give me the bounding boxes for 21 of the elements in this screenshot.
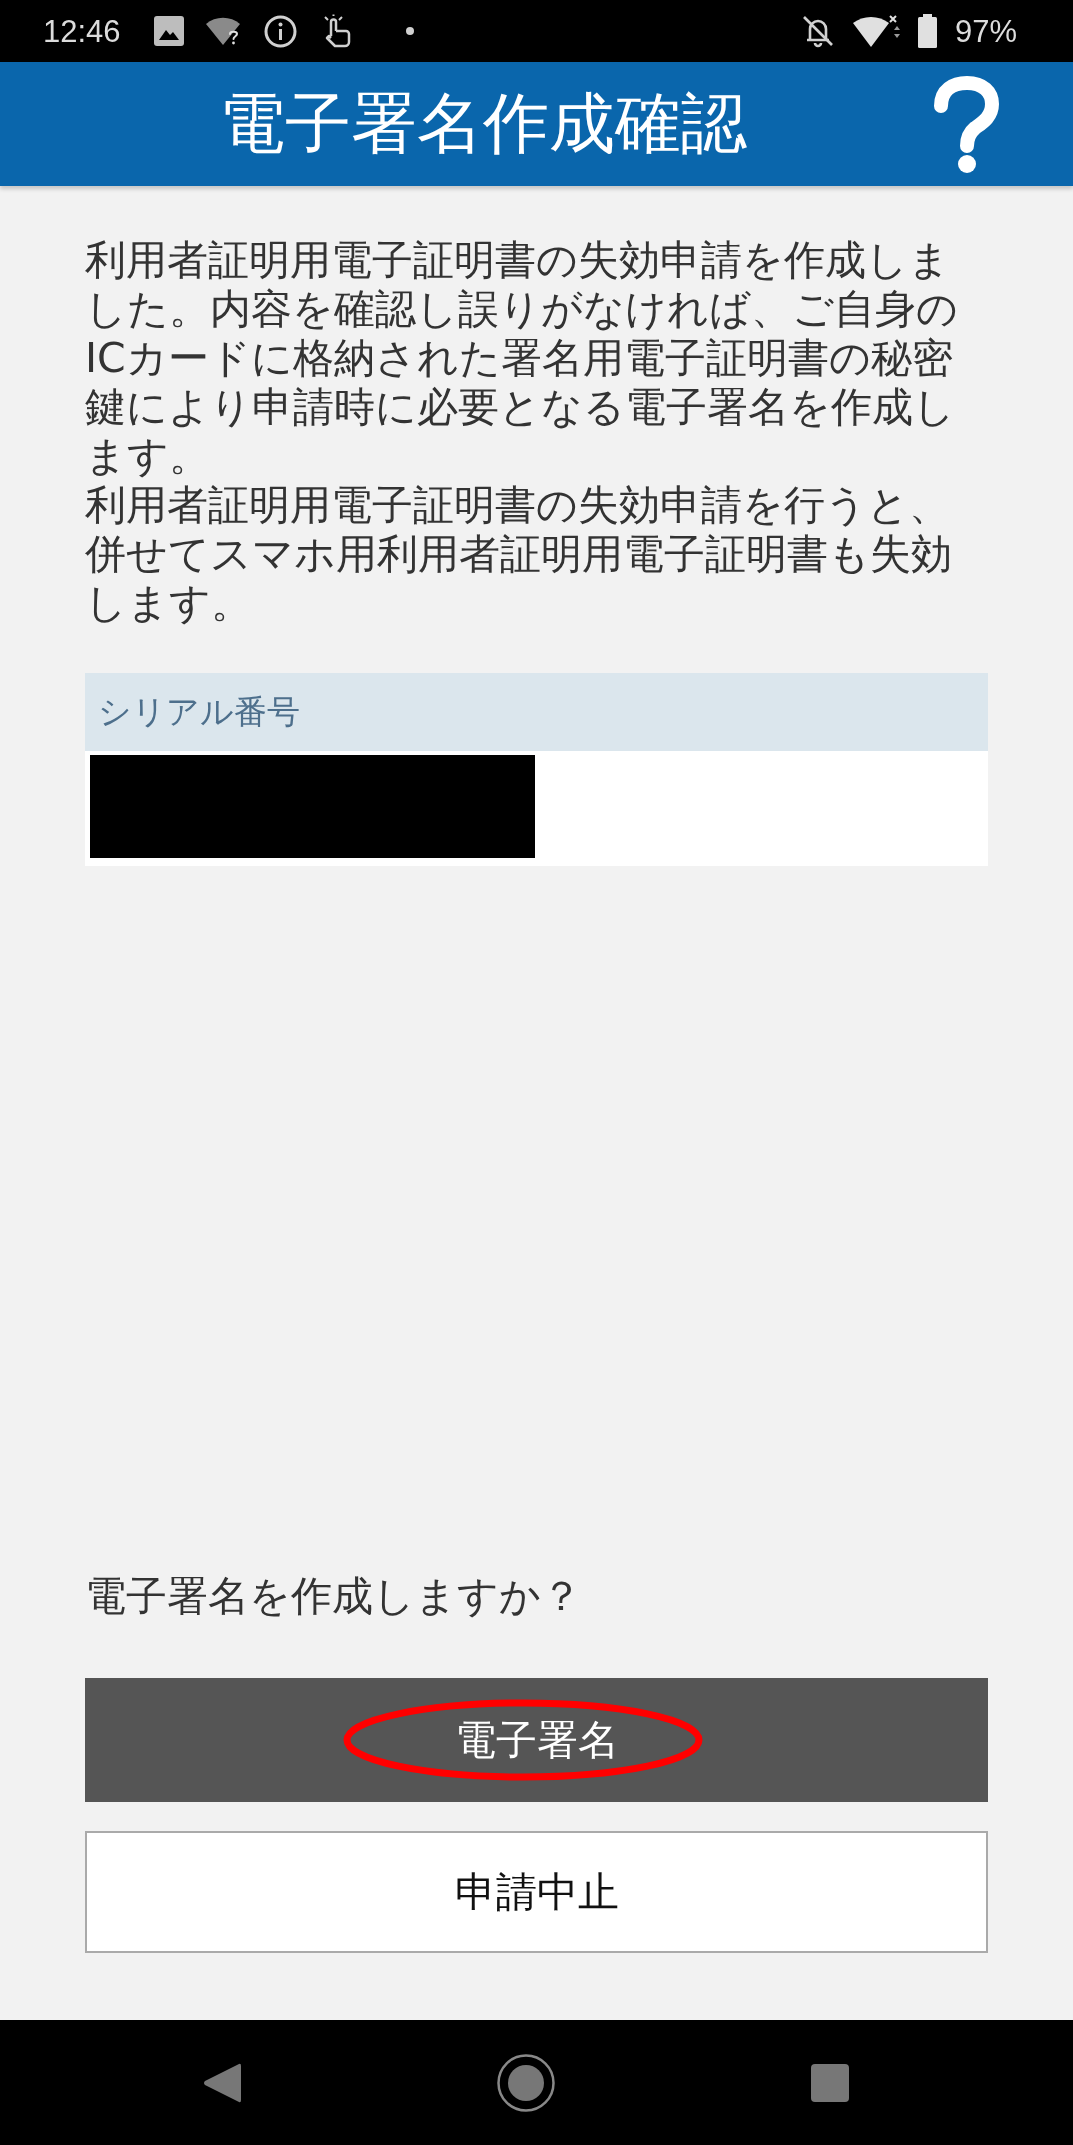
info-icon <box>263 14 297 48</box>
battery-percent-text: 97% <box>954 15 1017 47</box>
message-text: 利用者証明用電子証明書の失効申請を行うと、併せてスマホ用利用者証明用電子証明書も失効します。 <box>85 481 953 628</box>
wifi-question-icon <box>205 16 242 46</box>
wifi-icon <box>852 14 900 48</box>
clock-text: 12:46 <box>43 15 121 47</box>
notification-dot-icon <box>405 27 414 35</box>
home-icon[interactable] <box>497 2053 555 2112</box>
image-icon <box>153 16 184 46</box>
help-button[interactable] <box>933 75 1000 173</box>
page-title: 電子署名作成確認 <box>217 84 748 164</box>
serial-label: シリアル番号 <box>98 692 300 732</box>
message-text: 利用者証明用電子証明書の失効申請を作成しました。内容を確認し誤りがなければ、ご自身のICカードに格納された署名用電子証明書の秘密鍵により申請時に必要となる電子署名を作成します。 <box>85 236 959 481</box>
back-icon[interactable] <box>203 2061 241 2104</box>
prompt-text: 電子署名を作成しますか？ <box>85 1572 583 1621</box>
cancel-button[interactable]: 申請中止 <box>85 1831 988 1953</box>
sign-button[interactable]: 電子署名 <box>85 1678 988 1802</box>
battery-icon <box>917 14 937 48</box>
recents-icon[interactable] <box>811 2063 849 2102</box>
bell-off-icon <box>800 14 835 48</box>
help-icon <box>933 75 1000 173</box>
